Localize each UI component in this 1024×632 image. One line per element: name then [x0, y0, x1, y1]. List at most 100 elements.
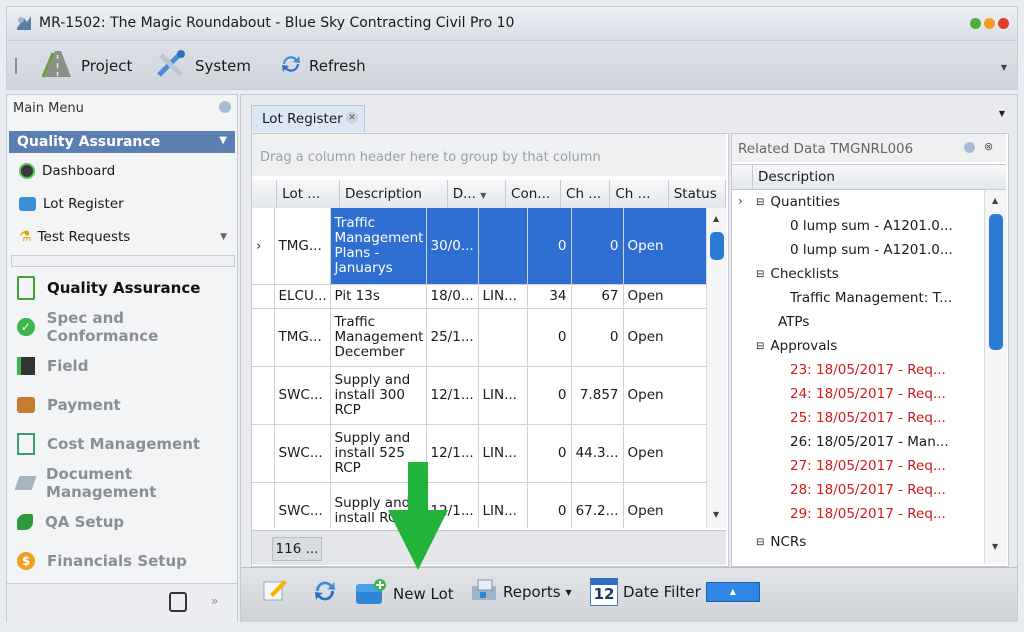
cell-date[interactable]: 30/0... — [426, 208, 479, 285]
cell-description[interactable]: Supply and install 300 RCP — [330, 366, 427, 425]
tree-item[interactable]: 29: 18/05/2017 - Req... — [790, 502, 946, 526]
tree-item[interactable]: 25: 18/05/2017 - Req... — [790, 406, 946, 430]
cell-contractor[interactable]: LIN... — [478, 366, 528, 425]
splitter[interactable] — [11, 255, 235, 267]
cell-date[interactable]: 18/0... — [426, 284, 479, 309]
nav-quality-assurance[interactable]: Quality Assurance — [17, 269, 200, 307]
related-col-label[interactable]: Description — [758, 169, 835, 185]
scroll-thumb[interactable] — [710, 232, 724, 260]
collapse-pane-icon[interactable] — [219, 101, 231, 113]
cell-chainage-start[interactable]: 34 — [527, 284, 572, 309]
col-header-description[interactable]: Description — [339, 180, 448, 209]
sidebar-item-test-requests[interactable]: ⚗ Test Requests ▼ — [9, 225, 235, 249]
scroll-down-icon[interactable]: ▼ — [713, 510, 719, 519]
nav-field[interactable]: Field — [17, 347, 88, 385]
nav-cost-management[interactable]: Cost Management — [17, 425, 200, 463]
close-button[interactable] — [998, 18, 1009, 29]
document-view-icon[interactable] — [169, 592, 187, 612]
tab-list-dropdown-icon[interactable]: ▼ — [999, 109, 1005, 118]
expand-sidebar-icon[interactable]: » — [211, 594, 218, 608]
scroll-up-icon[interactable]: ▲ — [992, 196, 998, 205]
cell-lot[interactable]: TMG... — [274, 308, 331, 367]
cell-status[interactable]: Open — [623, 308, 706, 367]
col-header-status[interactable]: Status — [668, 180, 727, 209]
tree-item[interactable]: 27: 18/05/2017 - Req... — [790, 454, 946, 478]
cell-lot[interactable]: TMG... — [274, 208, 331, 285]
cell-contractor[interactable] — [478, 308, 528, 367]
table-row[interactable]: SWC... Supply and install 300 RCP 12/1..… — [252, 366, 706, 425]
scroll-down-icon[interactable]: ▼ — [220, 232, 227, 242]
cell-chainage-start[interactable]: 0 — [527, 424, 572, 483]
cell-date[interactable]: 12/1... — [426, 366, 479, 425]
col-header-chainage-start[interactable]: Ch ... — [560, 180, 611, 209]
cell-description[interactable]: Traffic Management December — [330, 308, 427, 367]
cell-chainage-start[interactable]: 0 — [527, 308, 572, 367]
refresh-grid-button[interactable] — [312, 578, 338, 608]
scroll-down-icon[interactable]: ▼ — [992, 542, 998, 551]
tree-item[interactable]: 23: 18/05/2017 - Req... — [790, 358, 946, 382]
tree-item[interactable]: 0 lump sum - A1201.0... — [790, 214, 953, 238]
nav-payment[interactable]: Payment — [17, 386, 121, 424]
refresh-button[interactable]: Refresh — [279, 51, 366, 81]
maximize-button[interactable] — [984, 18, 995, 29]
cell-status[interactable]: Open — [623, 284, 706, 309]
system-button[interactable]: System — [155, 50, 251, 81]
close-panel-icon[interactable]: ⊗ — [984, 140, 993, 153]
cell-contractor[interactable]: LIN... — [478, 284, 528, 309]
table-row[interactable]: TMG... Traffic Management December 25/1.… — [252, 308, 706, 367]
cell-chainage-end[interactable]: 67 — [571, 284, 624, 309]
nav-spec-and-conformance[interactable]: ✓ Spec and Conformance — [17, 308, 237, 346]
table-row[interactable]: › TMG... Traffic Management Plans - Janu… — [252, 208, 706, 285]
cell-status[interactable]: Open — [623, 424, 706, 483]
chevron-up-icon[interactable]: ▼ — [219, 135, 227, 146]
cell-chainage-end[interactable]: 67.2... — [571, 482, 624, 528]
cell-status[interactable]: Open — [623, 208, 706, 285]
cell-contractor[interactable] — [478, 208, 528, 285]
scroll-up-icon[interactable]: ▲ — [713, 214, 719, 223]
tab-lot-register[interactable]: Lot Register ✕ — [251, 105, 365, 132]
sidebar-item-lot-register[interactable]: Lot Register — [9, 192, 235, 216]
new-lot-button[interactable]: New Lot — [354, 578, 454, 610]
cell-contractor[interactable]: LIN... — [478, 424, 528, 483]
tree-group-ncrs[interactable]: ⊟ NCRs — [756, 530, 806, 554]
cell-contractor[interactable]: LIN... — [478, 482, 528, 528]
nav-financials-setup[interactable]: $ Financials Setup — [17, 542, 187, 580]
date-filter-button[interactable]: 12 Date Filter ▲ — [590, 578, 760, 606]
cell-chainage-end[interactable]: 7.857 — [571, 366, 624, 425]
nav-qa-setup[interactable]: QA Setup — [17, 503, 124, 541]
section-header-quality-assurance[interactable]: Quality Assurance ▼ — [9, 131, 235, 153]
collapse-icon[interactable]: ⊟ — [756, 197, 764, 208]
tree-item[interactable]: 28: 18/05/2017 - Req... — [790, 478, 946, 502]
cell-date[interactable]: 25/1... — [426, 308, 479, 367]
related-scrollbar[interactable]: ▲ ▼ — [984, 190, 1007, 564]
group-by-area[interactable]: Drag a column header here to group by th… — [252, 134, 726, 176]
cell-chainage-start[interactable]: 0 — [527, 482, 572, 528]
cell-status[interactable]: Open — [623, 482, 706, 528]
date-filter-toggle[interactable]: ▲ — [705, 582, 760, 602]
sidebar-item-dashboard[interactable]: Dashboard — [9, 159, 235, 183]
tree-group-checklists[interactable]: ⊟ Checklists — [756, 262, 839, 286]
col-header-contractor[interactable]: Con... — [505, 180, 562, 209]
edit-lot-button[interactable] — [262, 578, 288, 606]
tree-item[interactable]: Traffic Management: T... — [790, 286, 952, 310]
cell-status[interactable]: Open — [623, 366, 706, 425]
scroll-thumb[interactable] — [989, 214, 1003, 350]
cell-description[interactable]: Traffic Management Plans - Januarys — [330, 208, 427, 285]
table-row[interactable]: ELCU... Pit 13s 18/0... LIN... 34 67 Ope… — [252, 284, 706, 309]
tree-group-approvals[interactable]: ⊟ Approvals — [756, 334, 837, 358]
cell-lot[interactable]: ELCU... — [274, 284, 331, 309]
tree-item[interactable]: 24: 18/05/2017 - Req... — [790, 382, 946, 406]
col-header-date[interactable]: D... ▼ — [447, 180, 507, 209]
grid-scrollbar[interactable]: ▲ ▼ — [706, 208, 727, 528]
cell-chainage-start[interactable]: 0 — [527, 208, 572, 285]
cell-lot[interactable]: SWC... — [274, 366, 331, 425]
col-header-lot[interactable]: Lot ... — [276, 180, 340, 209]
reports-button[interactable]: Reports ▼ — [470, 578, 572, 606]
close-tab-icon[interactable]: ✕ — [346, 112, 358, 124]
pin-icon[interactable] — [964, 142, 975, 153]
cell-lot[interactable]: SWC... — [274, 482, 331, 528]
col-header-chainage-end[interactable]: Ch ... — [609, 180, 669, 209]
cell-chainage-end[interactable]: 0 — [571, 208, 624, 285]
tree-group-atps[interactable]: ATPs — [778, 310, 809, 334]
cell-chainage-end[interactable]: 44.3... — [571, 424, 624, 483]
